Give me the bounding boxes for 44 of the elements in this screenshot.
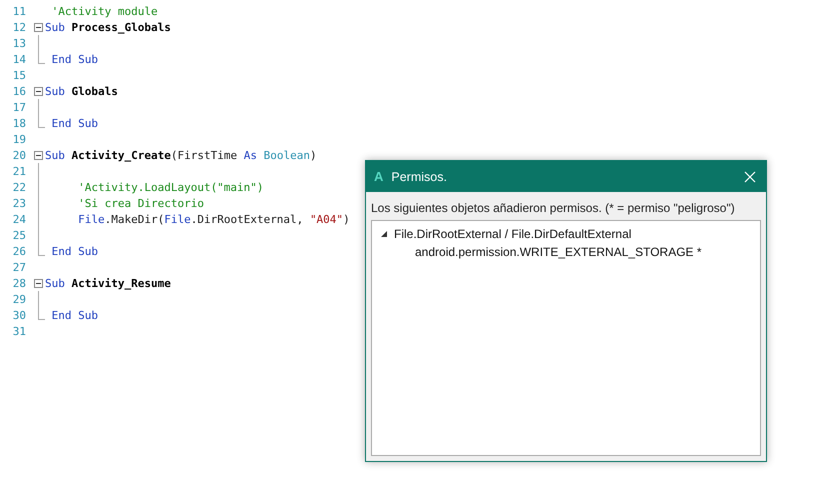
- line-number: 15: [12, 68, 26, 82]
- line-number: 27: [12, 260, 26, 274]
- app-logo: A: [374, 169, 384, 184]
- code-line: End Sub: [50, 244, 98, 258]
- line-number: 21: [12, 164, 26, 178]
- line-number: 12: [12, 20, 26, 34]
- line-number: 24: [12, 212, 26, 226]
- code-line: Sub Activity_Resume: [45, 276, 171, 290]
- line-number: 25: [12, 228, 26, 242]
- code-line: 'Si crea Directorio: [77, 196, 204, 210]
- collapse-icon[interactable]: [34, 279, 43, 288]
- line-number: 13: [12, 36, 26, 50]
- line-number: 14: [12, 52, 26, 66]
- line-number: 23: [12, 196, 26, 210]
- line-number: 16: [12, 84, 26, 98]
- expanded-arrow-icon[interactable]: [380, 230, 388, 238]
- line-number: 18: [12, 116, 26, 130]
- code-line: 'Activity.LoadLayout("main"): [77, 180, 264, 194]
- line-number: 22: [12, 180, 26, 194]
- collapse-icon[interactable]: [34, 87, 43, 96]
- collapse-icon[interactable]: [34, 23, 43, 32]
- line-number: 30: [12, 308, 26, 322]
- line-number: 20: [12, 148, 26, 162]
- close-icon[interactable]: [744, 170, 756, 182]
- tree-item[interactable]: android.permission.WRITE_EXTERNAL_STORAGE *: [415, 245, 702, 259]
- line-number: 19: [12, 132, 26, 146]
- collapse-icon[interactable]: [34, 151, 43, 160]
- code-line: 'Activity module: [50, 4, 158, 18]
- code-line: End Sub: [50, 308, 98, 322]
- line-number: 11: [12, 4, 26, 18]
- code-line: End Sub: [50, 116, 98, 130]
- line-number: 17: [12, 100, 26, 114]
- code-line: Sub Activity_Create(FirstTime As Boolean): [45, 148, 317, 162]
- dialog-title: Permisos.: [391, 170, 448, 184]
- line-number: 28: [12, 276, 26, 290]
- dialog-message: Los siguientes objetos añadieron permisos. (* = permiso "peligroso"): [370, 200, 736, 217]
- code-line: File.MakeDir(File.DirRootExternal, "A04"): [77, 212, 350, 226]
- code-line: Sub Globals: [45, 84, 118, 98]
- line-number: 29: [12, 292, 26, 306]
- line-number: 26: [12, 244, 26, 258]
- tree-item[interactable]: File.DirRootExternal / File.DirDefaultExternal: [394, 227, 632, 241]
- code-line: Sub Process_Globals: [45, 20, 171, 34]
- code-line: End Sub: [50, 52, 98, 66]
- line-number: 31: [12, 324, 26, 338]
